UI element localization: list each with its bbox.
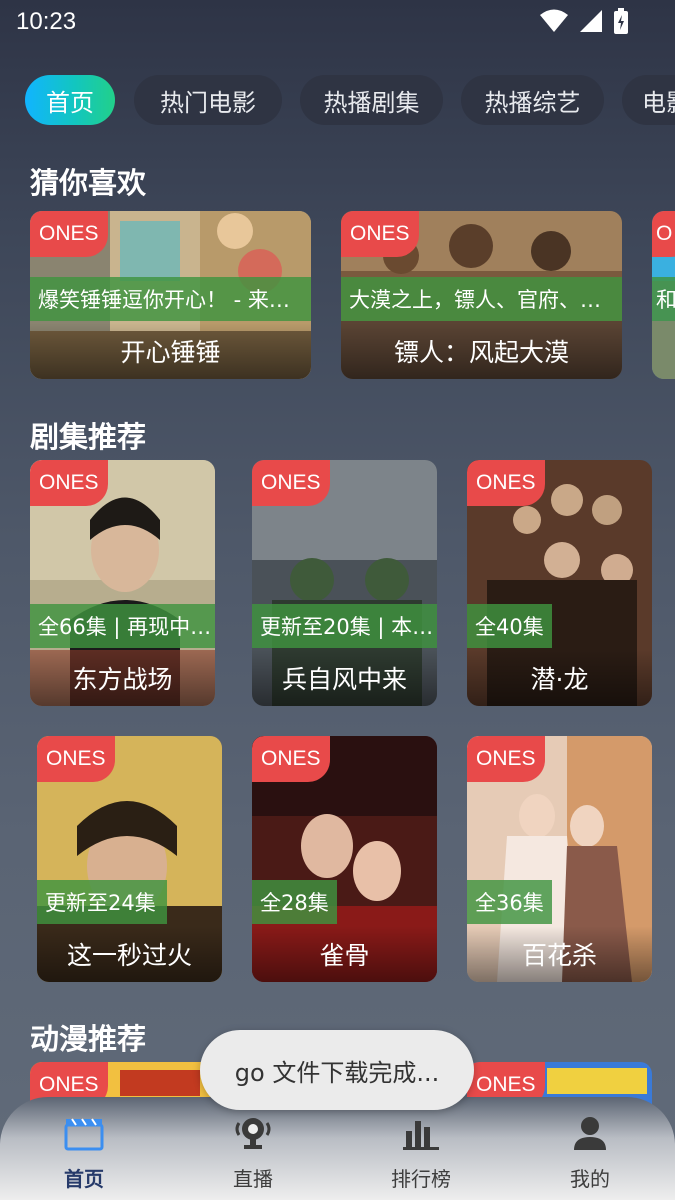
tab-label: 热门电影 <box>160 88 256 117</box>
category-tabs: 首页 热门电影 热播剧集 热播综艺 电影 <box>0 75 675 127</box>
nav-live[interactable]: 直播 <box>193 1097 313 1200</box>
source-badge: ONES <box>252 736 330 782</box>
tab-label: 电影 <box>642 88 675 117</box>
source-badge: ONES <box>37 736 115 782</box>
nav-home[interactable]: 首页 <box>24 1097 144 1200</box>
card-title: 镖人：风起大漠 <box>341 323 622 379</box>
card-subtitle: 全66集 | 再现中… <box>30 604 215 648</box>
source-badge: ONES <box>341 211 419 257</box>
live-icon <box>235 1118 271 1149</box>
status-icons <box>539 8 629 34</box>
section-title-drama: 剧集推荐 <box>30 420 147 454</box>
nav-label: 排行榜 <box>391 1167 451 1191</box>
status-time: 10:23 <box>16 8 77 35</box>
clapperboard-icon <box>64 1118 104 1151</box>
card-subtitle: 全40集 <box>467 604 552 648</box>
drama-card[interactable]: ONES 更新至20集 | 本… 兵自风中来 <box>252 460 437 706</box>
source-badge: ONES <box>467 460 545 506</box>
card-subtitle: 爆笑锤锤逗你开心！ - 来… <box>30 277 311 321</box>
card-title: 兵自风中来 <box>252 650 437 706</box>
source-badge: O <box>652 211 675 257</box>
card-subtitle: 更新至20集 | 本… <box>252 604 437 648</box>
tab-hot-movies[interactable]: 热门电影 <box>134 75 282 125</box>
video-card[interactable]: ONES 大漠之上，镖人、官府、… 镖人：风起大漠 <box>341 211 622 379</box>
card-subtitle: 全28集 <box>252 880 337 924</box>
drama-card[interactable]: ONES 全40集 潜·龙 <box>467 460 652 706</box>
nav-label: 我的 <box>570 1167 610 1191</box>
tab-hot-dramas[interactable]: 热播剧集 <box>300 75 443 125</box>
toast-message: go 文件下载完成... <box>200 1030 474 1110</box>
wifi-icon <box>540 9 568 32</box>
drama-card[interactable]: ONES 全36集 百花杀 <box>467 736 652 982</box>
source-badge: ONES <box>252 460 330 506</box>
nav-ranking[interactable]: 排行榜 <box>361 1097 481 1200</box>
drama-card[interactable]: ONES 全66集 | 再现中… 东方战场 <box>30 460 215 706</box>
card-title: 这一秒过火 <box>37 926 222 982</box>
tab-movies[interactable]: 电影 <box>622 75 675 125</box>
card-title: 百花杀 <box>467 926 652 982</box>
video-card[interactable]: ONES 爆笑锤锤逗你开心！ - 来… 开心锤锤 <box>30 211 311 379</box>
section-title-guess: 猜你喜欢 <box>30 166 147 200</box>
nav-label: 直播 <box>233 1167 273 1191</box>
tab-hot-variety[interactable]: 热播综艺 <box>461 75 604 125</box>
nav-label: 首页 <box>64 1167 104 1191</box>
battery-icon <box>614 8 628 34</box>
card-title: 雀骨 <box>252 926 437 982</box>
tab-label: 首页 <box>46 88 94 117</box>
video-card[interactable]: O 和 <box>652 211 675 379</box>
section-title-anime: 动漫推荐 <box>30 1022 147 1056</box>
card-title: 东方战场 <box>30 650 215 706</box>
source-badge: ONES <box>467 736 545 782</box>
status-bar: 10:23 <box>0 0 675 46</box>
source-badge: ONES <box>30 211 108 257</box>
drama-card[interactable]: ONES 全28集 雀骨 <box>252 736 437 982</box>
card-subtitle: 全36集 <box>467 880 552 924</box>
signal-icon <box>580 10 602 32</box>
bar-chart-icon <box>403 1121 439 1150</box>
card-subtitle: 更新至24集 <box>37 880 167 924</box>
source-badge: ONES <box>30 460 108 506</box>
tab-home[interactable]: 首页 <box>25 75 115 125</box>
tab-label: 热播剧集 <box>323 88 420 117</box>
card-subtitle: 大漠之上，镖人、官府、… <box>341 277 622 321</box>
card-title: 开心锤锤 <box>30 323 311 379</box>
card-title: 潜·龙 <box>467 650 652 706</box>
person-icon <box>574 1117 606 1150</box>
card-subtitle: 和 <box>652 277 675 321</box>
bottom-navigation: 首页 直播 排行榜 我的 <box>0 1097 675 1200</box>
nav-profile[interactable]: 我的 <box>530 1097 650 1200</box>
drama-card[interactable]: ONES 更新至24集 这一秒过火 <box>37 736 222 982</box>
tab-label: 热播综艺 <box>484 88 581 117</box>
